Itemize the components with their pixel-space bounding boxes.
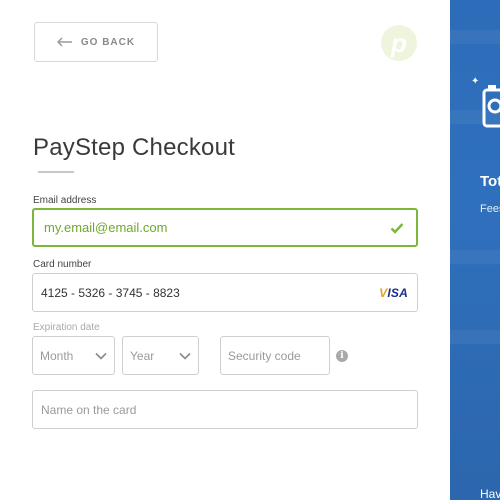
go-back-button[interactable]: GO BACK bbox=[34, 22, 158, 62]
card-number-field[interactable]: 4125 - 5326 - 3745 - 8823 VISA bbox=[32, 273, 418, 312]
visa-logo-icon: VISA bbox=[379, 286, 408, 300]
card-number-value: 4125 - 5326 - 3745 - 8823 bbox=[41, 285, 180, 300]
year-select[interactable]: Year bbox=[122, 336, 199, 375]
chevron-down-icon bbox=[95, 352, 107, 360]
paystep-logo-icon: p bbox=[381, 25, 417, 61]
total-label: Tot bbox=[480, 173, 500, 190]
logo-letter: p bbox=[391, 27, 407, 58]
info-icon-glyph: i bbox=[340, 351, 344, 361]
security-code-input[interactable]: Security code bbox=[220, 336, 330, 375]
panel-stripe bbox=[450, 30, 500, 44]
camera-icon bbox=[482, 85, 500, 128]
name-on-card-placeholder: Name on the card bbox=[41, 402, 137, 417]
have-code-link[interactable]: Hav bbox=[480, 487, 500, 500]
card-number-label: Card number bbox=[33, 259, 92, 270]
fees-label: Fees bbox=[480, 203, 500, 215]
visa-brand-rest: ISA bbox=[387, 285, 408, 300]
panel-stripe bbox=[450, 330, 500, 344]
info-icon[interactable]: i bbox=[336, 350, 348, 362]
security-code-placeholder: Security code bbox=[228, 348, 301, 363]
email-field[interactable]: my.email@email.com bbox=[32, 208, 418, 247]
arrow-left-icon bbox=[56, 37, 72, 47]
month-placeholder: Month bbox=[40, 348, 74, 363]
email-label: Email address bbox=[33, 195, 97, 206]
title-underline bbox=[38, 171, 74, 173]
email-value: my.email@email.com bbox=[44, 220, 168, 235]
page-title: PayStep Checkout bbox=[33, 134, 235, 161]
year-placeholder: Year bbox=[130, 348, 155, 363]
go-back-label: GO BACK bbox=[80, 36, 136, 48]
order-summary-panel: ✦ Tot Fees Hav bbox=[450, 0, 500, 500]
name-on-card-input[interactable]: Name on the card bbox=[32, 390, 418, 429]
checkmark-icon bbox=[390, 222, 404, 234]
month-select[interactable]: Month bbox=[32, 336, 115, 375]
panel-stripe bbox=[450, 250, 500, 264]
expiration-label: Expiration date bbox=[33, 322, 100, 333]
sparkle-icon: ✦ bbox=[471, 76, 480, 87]
chevron-down-icon bbox=[179, 352, 191, 360]
visa-brand-first: V bbox=[379, 285, 388, 300]
